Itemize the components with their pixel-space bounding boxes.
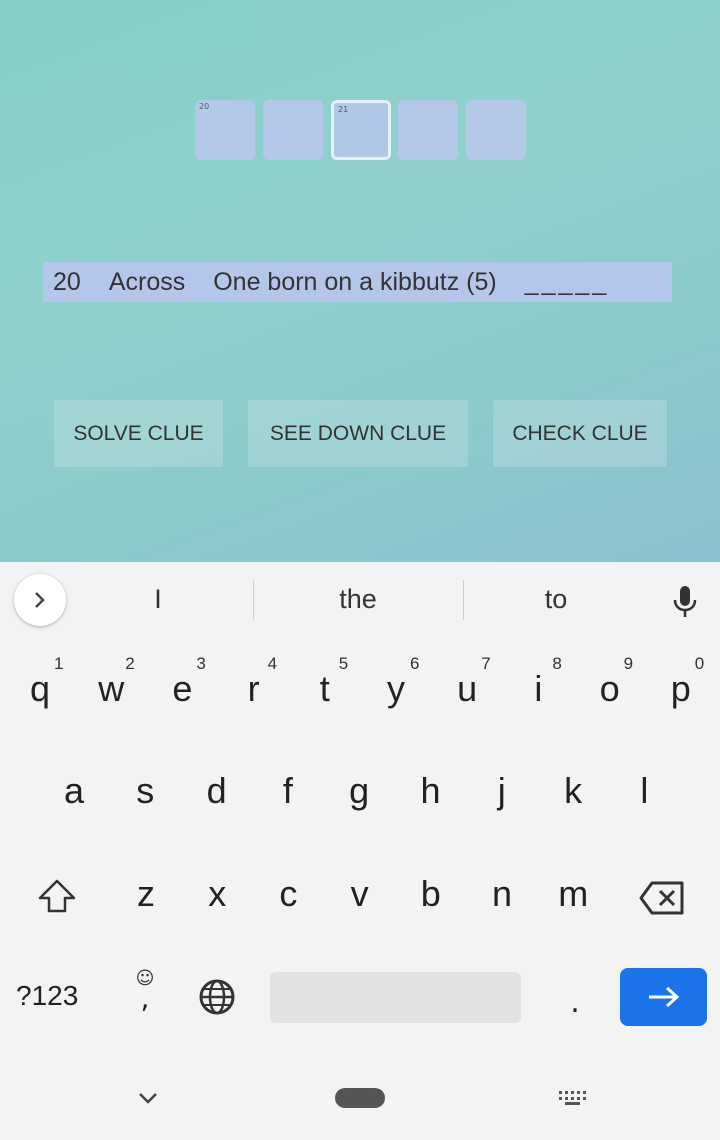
globe-icon[interactable]	[197, 977, 237, 1017]
check-clue-button[interactable]: CHECK CLUE	[493, 400, 667, 467]
space-bar[interactable]	[270, 972, 521, 1023]
key-d[interactable]: d	[187, 770, 247, 812]
keyboard-switch-icon[interactable]	[558, 1090, 588, 1106]
period-key[interactable]: .	[555, 985, 595, 1020]
key-f[interactable]: f	[258, 770, 318, 812]
key-y[interactable]: y	[366, 668, 426, 710]
cell-number: 21	[338, 105, 349, 114]
key-u[interactable]: u	[437, 668, 497, 710]
divider	[253, 580, 254, 620]
clue-text: One born on a kibbutz (5)	[213, 267, 497, 296]
grid-cell[interactable]: 20	[195, 100, 255, 160]
shift-icon[interactable]	[36, 877, 78, 917]
key-a[interactable]: a	[44, 770, 104, 812]
key-i[interactable]: i	[508, 668, 568, 710]
enter-key[interactable]	[620, 968, 707, 1026]
suggestion-1[interactable]: I	[98, 584, 218, 615]
key-w[interactable]: w	[81, 668, 141, 710]
key-hint: 8	[552, 654, 562, 673]
key-k[interactable]: k	[543, 770, 603, 812]
key-b[interactable]: b	[401, 873, 461, 915]
game-area: 20 21 20 Across One born on a kibbutz (5…	[0, 0, 720, 562]
arrow-right-icon	[648, 986, 679, 1008]
key-hint: 0	[694, 654, 705, 673]
grid-cell[interactable]	[466, 100, 526, 160]
key-m[interactable]: m	[543, 873, 603, 915]
key-hint: 5	[338, 654, 349, 673]
clue-bar[interactable]: 20 Across One born on a kibbutz (5) ____…	[43, 262, 672, 302]
key-hint: 1	[54, 654, 64, 673]
key-c[interactable]: c	[258, 873, 318, 915]
key-r[interactable]: r	[224, 668, 284, 710]
symbols-key[interactable]: ?123	[16, 980, 78, 1012]
grid-cell-selected[interactable]: 21	[331, 100, 391, 160]
grid-cell[interactable]	[398, 100, 458, 160]
key-n[interactable]: n	[472, 873, 532, 915]
key-hint: 3	[196, 654, 206, 673]
key-q[interactable]: q	[10, 668, 70, 710]
key-g[interactable]: g	[329, 770, 389, 812]
expand-toolbar-button[interactable]	[14, 574, 66, 626]
home-pill[interactable]	[335, 1088, 385, 1108]
key-x[interactable]: x	[187, 873, 247, 915]
key-p[interactable]: p	[651, 668, 711, 710]
key-v[interactable]: v	[330, 873, 390, 915]
key-hint: 9	[623, 654, 634, 673]
key-s[interactable]: s	[115, 770, 175, 812]
comma-label: ,	[140, 982, 150, 1015]
key-e[interactable]: e	[152, 668, 212, 710]
key-z[interactable]: z	[116, 873, 176, 915]
key-h[interactable]: h	[401, 770, 461, 812]
see-down-clue-button[interactable]: SEE DOWN CLUE	[248, 400, 468, 467]
backspace-icon[interactable]	[638, 880, 686, 916]
suggestion-2[interactable]: the	[298, 584, 418, 615]
key-hint: 6	[410, 654, 420, 673]
key-j[interactable]: j	[472, 770, 532, 812]
key-hint: 7	[481, 654, 491, 673]
suggestion-3[interactable]: to	[496, 584, 616, 615]
solve-clue-button[interactable]: SOLVE CLUE	[54, 400, 223, 467]
hide-keyboard-icon[interactable]	[137, 1090, 159, 1106]
key-hint: 4	[267, 654, 278, 673]
microphone-icon[interactable]	[672, 584, 698, 620]
clue-pattern: _____	[524, 267, 610, 296]
divider	[463, 580, 464, 620]
clue-direction: Across	[108, 267, 186, 296]
clue-number: 20	[53, 267, 81, 296]
key-o[interactable]: o	[580, 668, 640, 710]
key-t[interactable]: t	[295, 668, 355, 710]
chevron-right-icon	[35, 592, 45, 608]
grid-cell[interactable]	[263, 100, 323, 160]
key-l[interactable]: l	[614, 770, 674, 812]
comma-emoji-key[interactable]: ☺ ,	[125, 968, 165, 1028]
key-hint: 2	[125, 654, 135, 673]
cell-number: 20	[199, 102, 210, 111]
